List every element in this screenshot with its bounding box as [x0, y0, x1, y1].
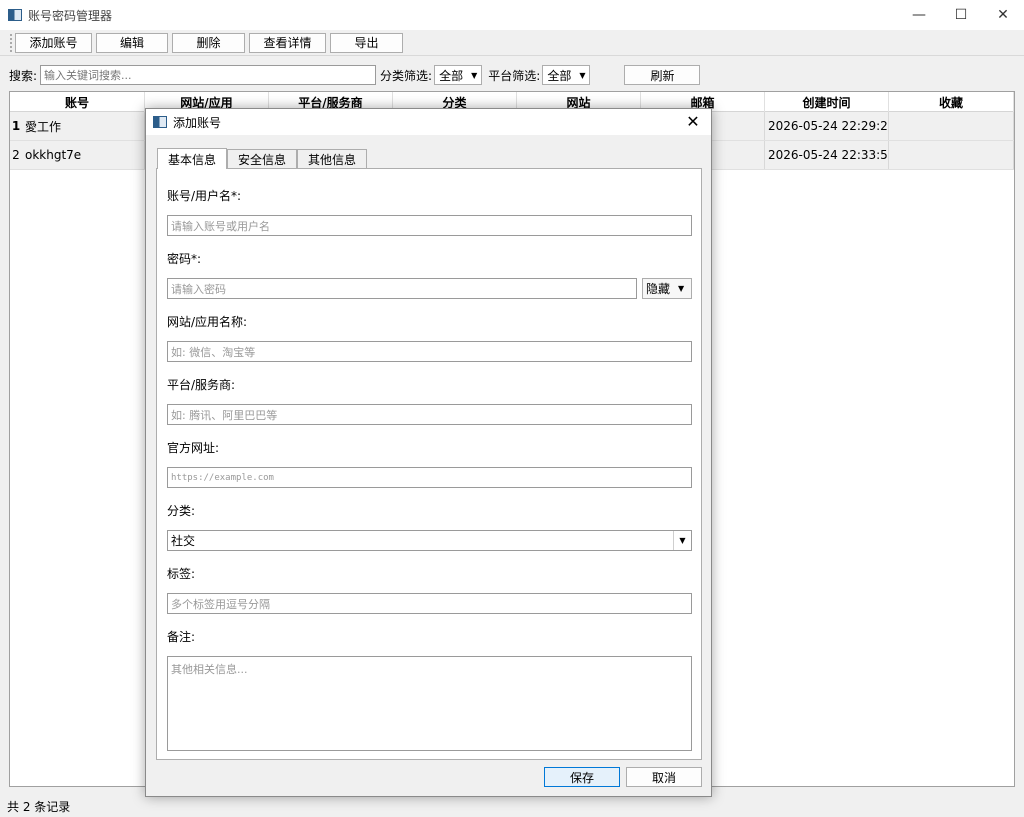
search-input[interactable] [40, 65, 377, 85]
password-field[interactable]: 请输入密码 [167, 278, 637, 299]
url-field[interactable]: https://example.com [167, 467, 692, 488]
platform-filter-value: 全部 [547, 68, 572, 83]
view-details-button[interactable]: 查看详情 [249, 32, 326, 53]
toolbar-grip[interactable] [10, 33, 13, 52]
site-label: 网站/应用名称: [167, 315, 248, 329]
category-filter-select[interactable]: 全部 ▼ [434, 65, 483, 85]
edit-button[interactable]: 编辑 [96, 32, 168, 53]
tab-basic-info[interactable]: 基本信息 [157, 148, 228, 169]
tab-security-info[interactable]: 安全信息 [227, 149, 298, 169]
platform-field[interactable]: 如: 腾讯、阿里巴巴等 [167, 404, 692, 425]
notes-field[interactable]: 其他相关信息... [167, 656, 692, 751]
chevron-down-icon: ▼ [579, 70, 586, 80]
tags-label: 标签: [167, 567, 196, 581]
category-value: 社交 [171, 534, 196, 548]
tab-other-info[interactable]: 其他信息 [297, 149, 368, 169]
platform-label: 平台/服务商: [167, 378, 236, 392]
row-number: 1 [11, 119, 21, 133]
account-cell[interactable]: 愛工作 [22, 112, 145, 140]
filter-bar: 搜索: 分类筛选: 全部 ▼ 平台筛选: 全部 ▼ 刷新 [0, 63, 1024, 87]
category-filter-label: 分类筛选: [380, 68, 433, 83]
favorite-cell[interactable] [889, 112, 1014, 140]
window-title: 账号密码管理器 [28, 8, 113, 23]
column-header[interactable]: 收藏 [889, 92, 1014, 112]
close-icon[interactable]: ✕ [982, 0, 1024, 30]
category-select[interactable]: 社交 ▼ [167, 530, 692, 551]
tags-field[interactable]: 多个标签用逗号分隔 [167, 593, 692, 614]
status-bar: 共 2 条记录 [7, 800, 71, 814]
app-icon [153, 116, 167, 128]
platform-filter-select[interactable]: 全部 ▼ [542, 65, 591, 85]
created-cell[interactable]: 2026-05-24 22:33:50 [765, 141, 889, 169]
add-account-dialog: 添加账号 ✕ 基本信息 安全信息 其他信息 账号/用户名*: 请输入账号或用户名… [145, 108, 712, 797]
chevron-down-icon[interactable]: ▼ [673, 531, 691, 550]
window-titlebar: 账号密码管理器 — ☐ ✕ [0, 0, 1024, 30]
row-number: 2 [12, 148, 20, 162]
app-icon [8, 9, 22, 21]
maximize-icon[interactable]: ☐ [940, 0, 982, 30]
dialog-title: 添加账号 [173, 115, 222, 130]
save-button[interactable]: 保存 [544, 767, 620, 787]
account-field[interactable]: 请输入账号或用户名 [167, 215, 692, 236]
close-icon[interactable]: ✕ [683, 112, 703, 131]
favorite-cell[interactable] [889, 141, 1014, 169]
chevron-down-icon: ▼ [471, 70, 478, 80]
dialog-tabs: 基本信息 安全信息 其他信息 [157, 148, 368, 169]
category-filter-value: 全部 [439, 68, 464, 83]
password-visibility-select[interactable]: 隐藏 ▼ [642, 278, 692, 299]
search-label: 搜索: [9, 68, 38, 83]
column-header[interactable]: 创建时间 [765, 92, 889, 112]
password-visibility-value: 隐藏 [646, 282, 671, 296]
refresh-button[interactable]: 刷新 [624, 65, 701, 85]
delete-button[interactable]: 删除 [172, 32, 245, 53]
platform-filter-label: 平台筛选: [488, 68, 541, 83]
account-label: 账号/用户名*: [167, 189, 242, 203]
created-cell[interactable]: 2026-05-24 22:29:27 [765, 112, 889, 140]
basic-info-panel: 账号/用户名*: 请输入账号或用户名 密码*: 请输入密码 隐藏 ▼ 网站/应用… [156, 168, 702, 760]
window-controls: — ☐ ✕ [898, 0, 1024, 30]
dialog-titlebar: 添加账号 ✕ [146, 109, 711, 135]
site-field[interactable]: 如: 微信、淘宝等 [167, 341, 692, 362]
url-label: 官方网址: [167, 441, 220, 455]
category-label: 分类: [167, 504, 196, 518]
account-cell[interactable]: okkhgt7e [22, 141, 145, 169]
cancel-button[interactable]: 取消 [626, 767, 702, 787]
export-button[interactable]: 导出 [330, 32, 403, 53]
password-label: 密码*: [167, 252, 202, 266]
chevron-down-icon: ▼ [678, 284, 685, 293]
column-header[interactable]: 账号 [10, 92, 145, 112]
notes-label: 备注: [167, 630, 196, 644]
minimize-icon[interactable]: — [898, 0, 940, 30]
toolbar: 添加账号 编辑 删除 查看详情 导出 [0, 30, 1024, 56]
add-account-button[interactable]: 添加账号 [15, 32, 92, 53]
